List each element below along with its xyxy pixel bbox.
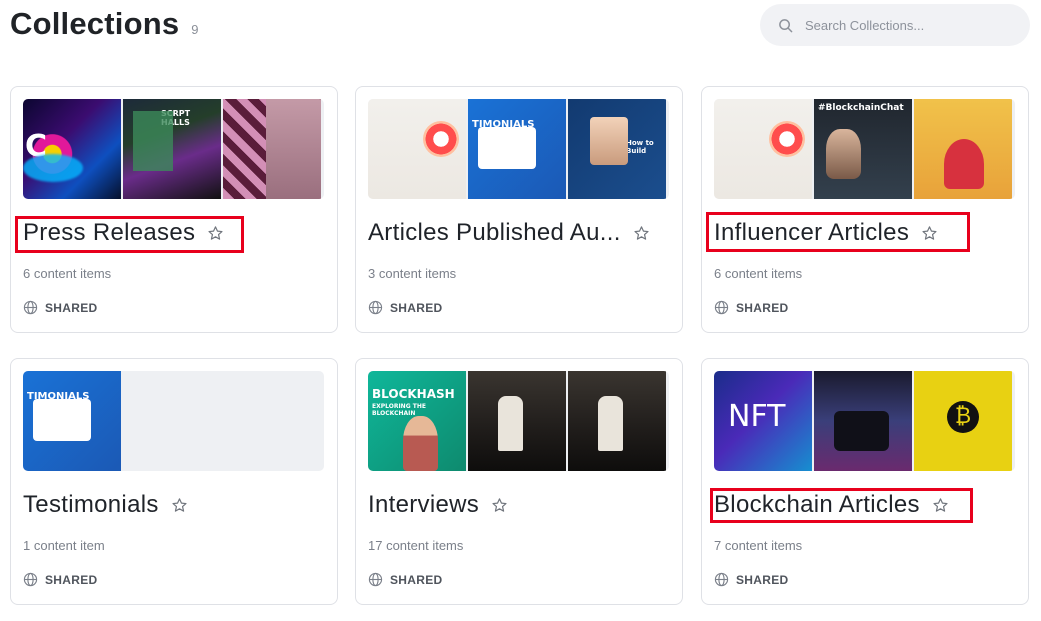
shared-label: SHARED	[45, 572, 98, 587]
collection-title[interactable]: Interviews	[368, 491, 479, 519]
shared-badge: SHARED	[368, 300, 442, 315]
star-icon[interactable]	[171, 497, 188, 514]
thumbnail	[914, 371, 1012, 471]
search-box[interactable]	[760, 4, 1030, 46]
thumbnail: How to Build	[568, 99, 666, 199]
content-count: 7 content items	[714, 538, 803, 553]
card-title-row: Blockchain Articles	[714, 487, 949, 523]
thumbnail	[368, 99, 466, 199]
star-icon[interactable]	[932, 497, 949, 514]
shared-label: SHARED	[390, 572, 443, 587]
thumbnail: TIMONIALS	[23, 371, 121, 471]
card-thumbnails: TIMONIALS How to Build	[368, 99, 669, 199]
collection-title[interactable]: Articles Published Au...	[368, 219, 621, 247]
collection-card-press-releases[interactable]: C SCRPT HALLS Press Releases 6 content i…	[10, 86, 338, 333]
shared-label: SHARED	[390, 300, 443, 315]
collection-card-blockchain-articles[interactable]: NFT Blockchain Articles 7 content items …	[701, 358, 1029, 605]
thumbnail: C	[23, 99, 121, 199]
card-thumbnails: BLOCKHASH EXPLORING THE BLOCKCHAIN	[368, 371, 669, 471]
thumbnail: NFT	[714, 371, 812, 471]
thumbnail	[714, 99, 812, 199]
thumbnail: BLOCKHASH EXPLORING THE BLOCKCHAIN	[368, 371, 466, 471]
globe-icon	[23, 572, 38, 587]
thumbnail-text: SCRPT HALLS	[161, 109, 191, 127]
shared-badge: SHARED	[714, 300, 788, 315]
card-thumbnails: TIMONIALS	[23, 371, 324, 471]
collection-card-influencer-articles[interactable]: #BlockchainChat Influencer Articles 6 co…	[701, 86, 1029, 333]
star-icon[interactable]	[921, 225, 938, 242]
page-header: Collections 9	[10, 6, 199, 42]
collection-title[interactable]: Influencer Articles	[714, 219, 909, 247]
thumbnail	[814, 371, 912, 471]
globe-icon	[23, 300, 38, 315]
thumbnail-text: TIMONIALS	[472, 119, 535, 130]
card-thumbnails: NFT	[714, 371, 1015, 471]
card-title-row: Articles Published Au...	[368, 215, 650, 251]
shared-badge: SHARED	[23, 300, 97, 315]
card-title-row: Press Releases	[23, 215, 224, 251]
collection-card-testimonials[interactable]: TIMONIALS Testimonials 1 content item SH…	[10, 358, 338, 605]
page-title: Collections	[10, 6, 180, 41]
globe-icon	[714, 572, 729, 587]
collection-count: 9	[191, 22, 199, 37]
thumbnail-text: #BlockchainChat	[818, 103, 904, 113]
content-count: 3 content items	[368, 266, 457, 281]
thumbnail	[568, 371, 666, 471]
card-thumbnails: #BlockchainChat	[714, 99, 1015, 199]
star-icon[interactable]	[491, 497, 508, 514]
card-thumbnails: C SCRPT HALLS	[23, 99, 324, 199]
thumbnail	[914, 99, 1012, 199]
content-count: 6 content items	[23, 266, 112, 281]
shared-badge: SHARED	[368, 572, 442, 587]
thumbnail	[468, 371, 566, 471]
star-icon[interactable]	[633, 225, 650, 242]
thumbnail	[223, 99, 321, 199]
shared-label: SHARED	[45, 300, 98, 315]
search-input[interactable]	[805, 17, 1005, 33]
shared-label: SHARED	[736, 572, 789, 587]
content-count: 1 content item	[23, 538, 105, 553]
content-count: 6 content items	[714, 266, 803, 281]
collection-title[interactable]: Press Releases	[23, 219, 195, 247]
star-icon[interactable]	[207, 225, 224, 242]
thumbnail-text: BLOCKHASH	[372, 387, 455, 401]
collection-card-interviews[interactable]: BLOCKHASH EXPLORING THE BLOCKCHAIN Inter…	[355, 358, 683, 605]
search-icon	[779, 18, 793, 32]
thumbnail-text: EXPLORING THE BLOCKCHAIN	[372, 403, 426, 417]
globe-icon	[368, 300, 383, 315]
globe-icon	[368, 572, 383, 587]
shared-label: SHARED	[736, 300, 789, 315]
collection-title[interactable]: Blockchain Articles	[714, 491, 920, 519]
collection-card-articles-published[interactable]: TIMONIALS How to Build Articles Publishe…	[355, 86, 683, 333]
collection-title[interactable]: Testimonials	[23, 491, 159, 519]
shared-badge: SHARED	[23, 572, 97, 587]
thumbnail-text: C	[25, 129, 48, 164]
card-title-row: Interviews	[368, 487, 508, 523]
thumbnail: SCRPT HALLS	[123, 99, 221, 199]
globe-icon	[714, 300, 729, 315]
card-title-row: Influencer Articles	[714, 215, 938, 251]
card-title-row: Testimonials	[23, 487, 188, 523]
thumbnail-text: How to Build	[626, 139, 654, 155]
thumbnail: #BlockchainChat	[814, 99, 912, 199]
shared-badge: SHARED	[714, 572, 788, 587]
thumbnail: TIMONIALS	[468, 99, 566, 199]
thumbnail-text: NFT	[728, 399, 786, 434]
thumbnail-text: TIMONIALS	[27, 391, 90, 402]
content-count: 17 content items	[368, 538, 464, 553]
